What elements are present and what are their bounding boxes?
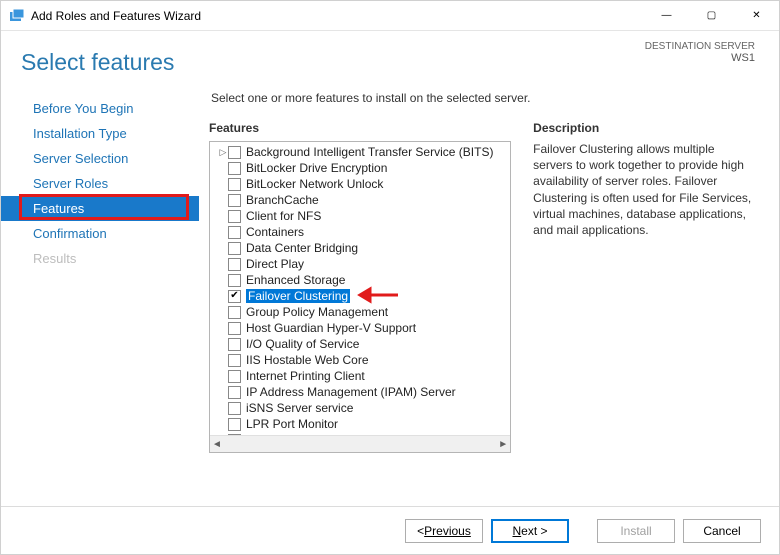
panes: Features ▷ Background Intelligent Transfe… [209, 121, 757, 453]
destination-server: DESTINATION SERVER WS1 [645, 41, 755, 64]
feature-checkbox[interactable] [228, 210, 241, 223]
feature-item[interactable]: ▷ Background Intelligent Transfer Service… [218, 144, 510, 160]
feature-checkbox[interactable] [228, 322, 241, 335]
feature-checkbox[interactable] [228, 274, 241, 287]
page-heading: Select features [1, 49, 199, 96]
description-text: Failover Clustering allows multiple serv… [533, 141, 757, 238]
wizard-step-results: Results [1, 246, 199, 271]
feature-label: Background Intelligent Transfer Service … [246, 145, 493, 159]
feature-item[interactable]: Data Center Bridging [218, 240, 510, 256]
description-title: Description [533, 121, 757, 135]
feature-label: IIS Hostable Web Core [246, 353, 369, 367]
scroll-left-icon[interactable]: ◄ [212, 439, 222, 450]
feature-label: BranchCache [246, 193, 319, 207]
description-pane: Description Failover Clustering allows m… [533, 121, 757, 453]
content-area: Select features Before You BeginInstalla… [1, 31, 779, 506]
feature-checkbox[interactable] [228, 306, 241, 319]
feature-label: LPR Port Monitor [246, 417, 338, 431]
titlebar: Add Roles and Features Wizard — ▢ ✕ [1, 1, 779, 31]
maximize-button[interactable]: ▢ [689, 1, 734, 31]
feature-checkbox[interactable] [228, 290, 241, 303]
feature-label: Data Center Bridging [246, 241, 358, 255]
feature-item[interactable]: BranchCache [218, 192, 510, 208]
wizard-step-installation-type[interactable]: Installation Type [1, 121, 199, 146]
feature-label: Direct Play [246, 257, 304, 271]
right-column: DESTINATION SERVER WS1 Select one or mor… [199, 31, 779, 506]
feature-item[interactable]: Failover Clustering [218, 288, 510, 304]
destination-label: DESTINATION SERVER [645, 41, 755, 52]
feature-label: Internet Printing Client [246, 369, 365, 383]
feature-checkbox[interactable] [228, 194, 241, 207]
app-icon [9, 8, 25, 24]
feature-item[interactable]: IP Address Management (IPAM) Server [218, 384, 510, 400]
feature-label: I/O Quality of Service [246, 337, 359, 351]
wizard-steps: Before You BeginInstallation TypeServer … [1, 96, 199, 271]
feature-checkbox[interactable] [228, 338, 241, 351]
wizard-step-confirmation[interactable]: Confirmation [1, 221, 199, 246]
feature-checkbox[interactable] [228, 162, 241, 175]
feature-item[interactable]: BitLocker Network Unlock [218, 176, 510, 192]
feature-label: Client for NFS [246, 209, 321, 223]
feature-checkbox[interactable] [228, 226, 241, 239]
previous-button[interactable]: < Previous [405, 519, 483, 543]
feature-item[interactable]: Internet Printing Client [218, 368, 510, 384]
features-scroll[interactable]: ▷ Background Intelligent Transfer Service… [210, 142, 510, 435]
feature-checkbox[interactable] [228, 418, 241, 431]
feature-label: iSNS Server service [246, 401, 353, 415]
feature-checkbox[interactable] [228, 354, 241, 367]
annotation-arrow-icon [356, 286, 400, 307]
feature-item[interactable]: IIS Hostable Web Core [218, 352, 510, 368]
feature-item[interactable]: iSNS Server service [218, 400, 510, 416]
feature-label: Group Policy Management [246, 305, 388, 319]
feature-checkbox[interactable] [228, 402, 241, 415]
cancel-button[interactable]: Cancel [683, 519, 761, 543]
destination-value: WS1 [645, 52, 755, 64]
feature-item[interactable]: I/O Quality of Service [218, 336, 510, 352]
feature-item[interactable]: Direct Play [218, 256, 510, 272]
wizard-step-server-roles[interactable]: Server Roles [1, 171, 199, 196]
left-column: Select features Before You BeginInstalla… [1, 31, 199, 506]
wizard-step-before-you-begin[interactable]: Before You Begin [1, 96, 199, 121]
feature-checkbox[interactable] [228, 178, 241, 191]
wizard-step-server-selection[interactable]: Server Selection [1, 146, 199, 171]
feature-item[interactable]: Client for NFS [218, 208, 510, 224]
feature-label: IP Address Management (IPAM) Server [246, 385, 456, 399]
feature-label: Enhanced Storage [246, 273, 345, 287]
features-listbox: ▷ Background Intelligent Transfer Service… [209, 141, 511, 453]
feature-item[interactable]: LPR Port Monitor [218, 416, 510, 432]
feature-label: BitLocker Network Unlock [246, 177, 383, 191]
feature-checkbox[interactable] [228, 258, 241, 271]
feature-label: BitLocker Drive Encryption [246, 161, 387, 175]
feature-checkbox[interactable] [228, 370, 241, 383]
horizontal-scrollbar[interactable]: ◄ ► [210, 435, 510, 452]
expand-icon[interactable]: ▷ [218, 147, 228, 158]
next-button[interactable]: Next > [491, 519, 569, 543]
annotation-highlight-box [19, 194, 189, 220]
footer: < Previous Next > Install Cancel [1, 506, 779, 554]
features-pane: Features ▷ Background Intelligent Transfe… [209, 121, 511, 453]
window-title: Add Roles and Features Wizard [31, 9, 644, 23]
close-button[interactable]: ✕ [734, 1, 779, 31]
feature-label: Failover Clustering [246, 289, 350, 303]
instruction-text: Select one or more features to install o… [211, 91, 757, 105]
window-controls: — ▢ ✕ [644, 1, 779, 31]
feature-checkbox[interactable] [228, 146, 241, 159]
features-title: Features [209, 121, 511, 135]
feature-item[interactable]: Containers [218, 224, 510, 240]
wizard-step-features[interactable]: Features [1, 196, 199, 221]
feature-checkbox[interactable] [228, 242, 241, 255]
feature-checkbox[interactable] [228, 386, 241, 399]
install-button: Install [597, 519, 675, 543]
feature-label: Host Guardian Hyper-V Support [246, 321, 416, 335]
minimize-button[interactable]: — [644, 1, 689, 31]
scroll-right-icon[interactable]: ► [498, 439, 508, 450]
feature-label: Containers [246, 225, 304, 239]
feature-item[interactable]: BitLocker Drive Encryption [218, 160, 510, 176]
feature-item[interactable]: Host Guardian Hyper-V Support [218, 320, 510, 336]
